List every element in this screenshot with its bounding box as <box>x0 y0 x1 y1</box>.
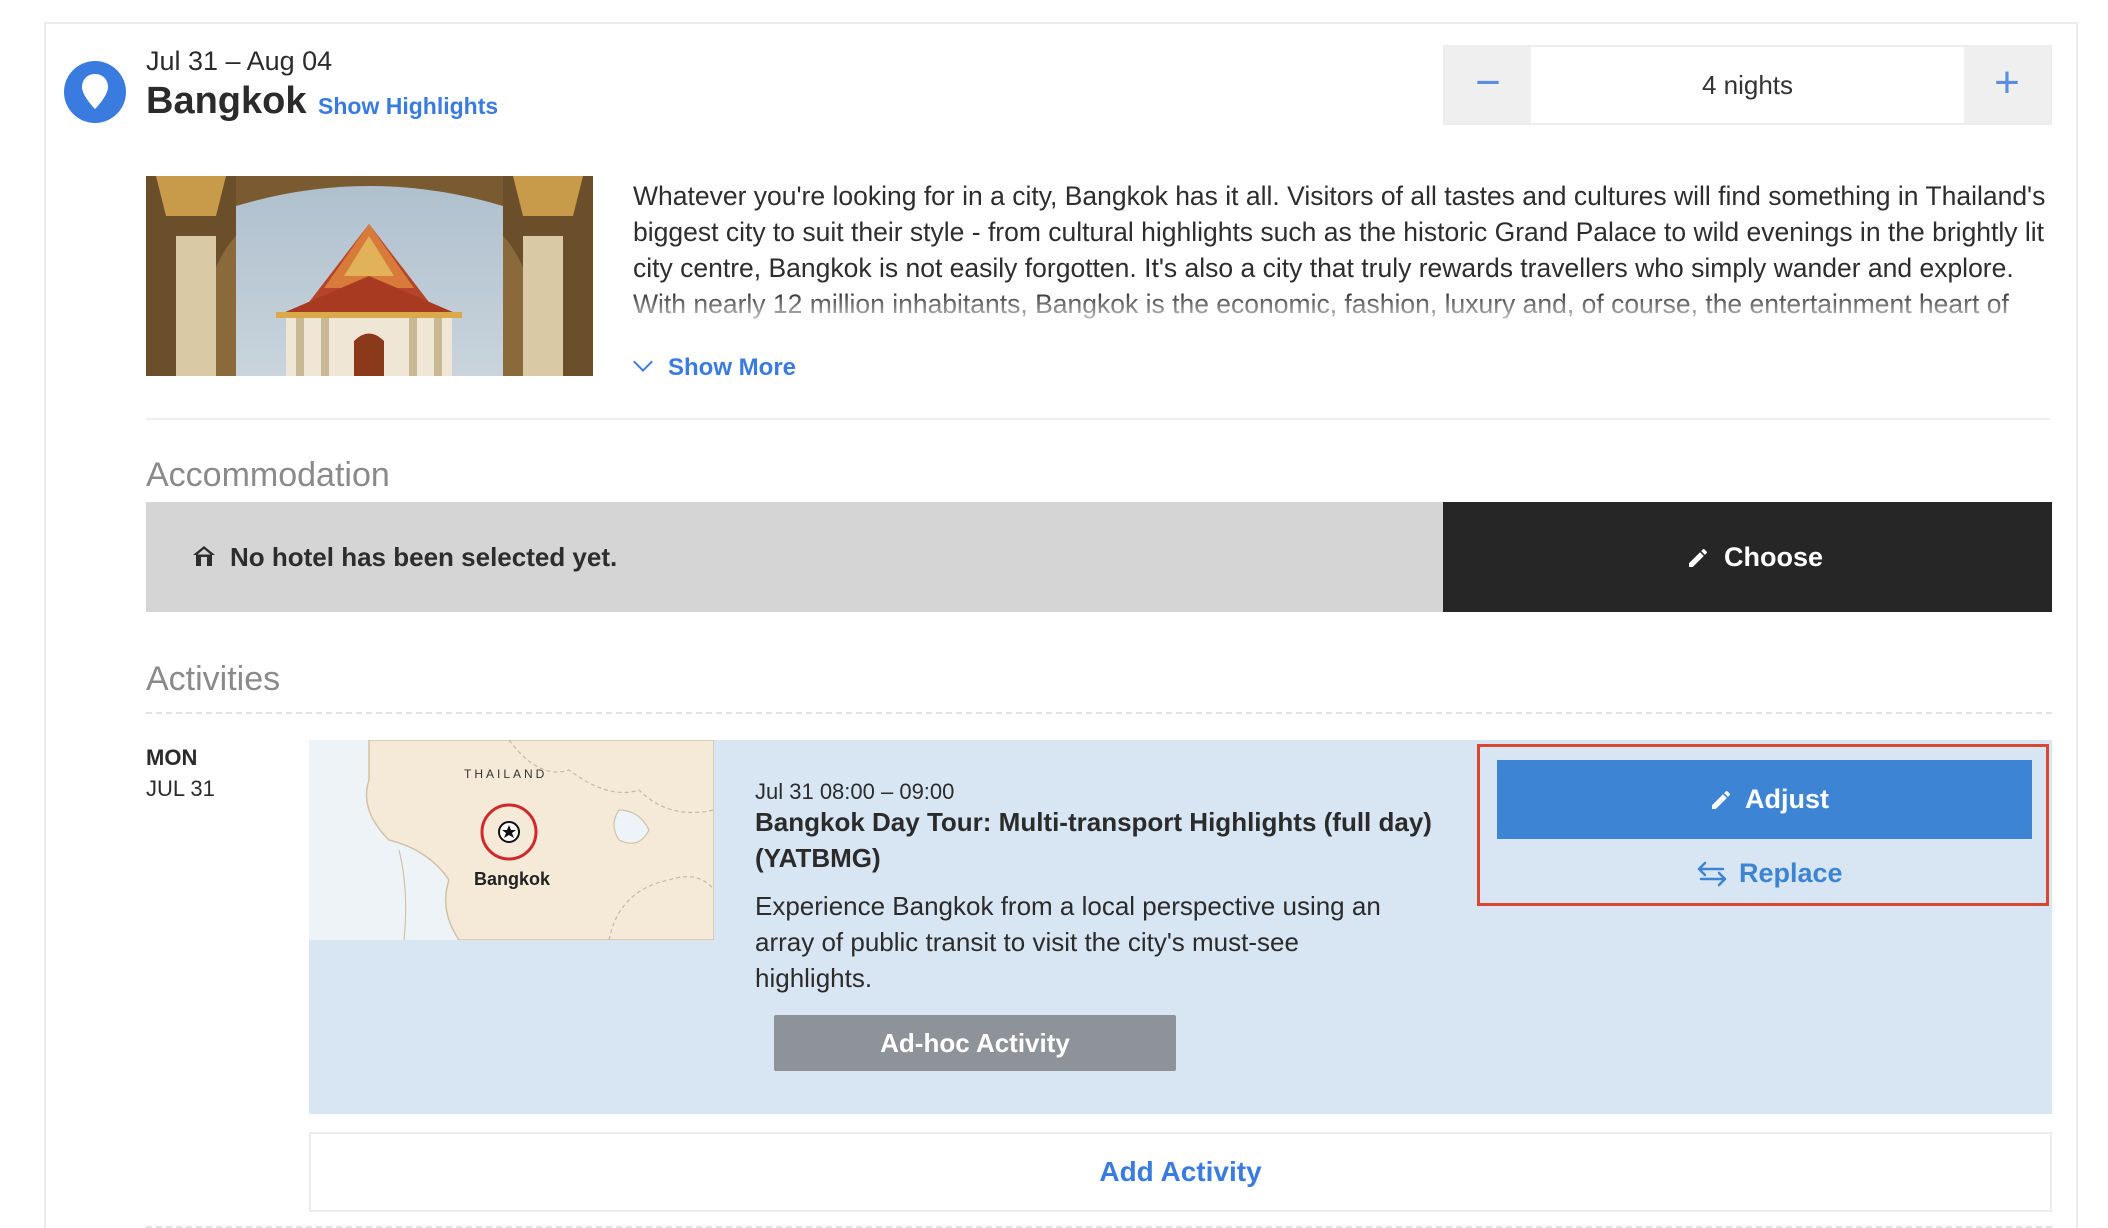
nights-value: 4 nights <box>1701 70 1794 100</box>
decrease-nights-button[interactable]: − <box>1445 47 1531 123</box>
location-pin-icon <box>64 61 126 123</box>
date-range: Jul 31 – Aug 04 <box>146 46 333 76</box>
activity-day: MON JUL 31 <box>146 742 215 804</box>
pencil-icon <box>1712 790 1731 809</box>
activity-title: Bangkok Day Tour: Multi-transport Highli… <box>755 807 1432 873</box>
activities-heading: Activities <box>146 660 281 698</box>
map-country-label: THAILAND <box>464 767 547 781</box>
increase-nights-button[interactable]: + <box>1964 47 2050 123</box>
replace-activity-button[interactable]: Replace <box>1697 858 1843 889</box>
city-description: Whatever you're looking for in a city, B… <box>633 181 2046 330</box>
adjust-activity-button[interactable]: Adjust <box>1497 760 2032 839</box>
nights-stepper: − 4 nights + <box>1443 45 2052 125</box>
activity-map: THAILAND Bangkok <box>309 740 714 940</box>
pencil-icon <box>1689 548 1708 567</box>
section-divider <box>146 418 2050 420</box>
day-date: JUL 31 <box>146 776 215 801</box>
chevron-down-icon <box>633 352 653 372</box>
activity-description: Experience Bangkok from a local perspect… <box>755 891 1381 993</box>
house-icon <box>192 544 216 573</box>
no-hotel-message: No hotel has been selected yet. <box>230 542 618 572</box>
adhoc-activity-badge: Ad-hoc Activity <box>774 1015 1176 1071</box>
city-title: Bangkok <box>146 80 307 122</box>
activity-time: Jul 31 08:00 – 09:00 <box>755 779 955 804</box>
show-more-label: Show More <box>668 354 797 381</box>
swap-arrows-icon <box>1697 861 1727 886</box>
show-highlights-link[interactable]: Show Highlights <box>318 93 498 120</box>
show-more-link[interactable]: Show More <box>633 352 797 382</box>
add-activity-button[interactable]: Add Activity <box>309 1132 2052 1212</box>
choose-label: Choose <box>1724 542 1824 572</box>
adjust-label: Adjust <box>1745 784 1829 814</box>
replace-label: Replace <box>1739 858 1843 888</box>
choose-hotel-button[interactable]: Choose <box>1443 502 2052 612</box>
hotel-status-bar: No hotel has been selected yet. <box>146 502 1443 612</box>
dashed-divider <box>146 712 2052 714</box>
map-city-label: Bangkok <box>474 869 551 889</box>
city-photo <box>146 176 593 376</box>
accommodation-heading: Accommodation <box>146 456 390 494</box>
day-of-week: MON <box>146 745 198 770</box>
